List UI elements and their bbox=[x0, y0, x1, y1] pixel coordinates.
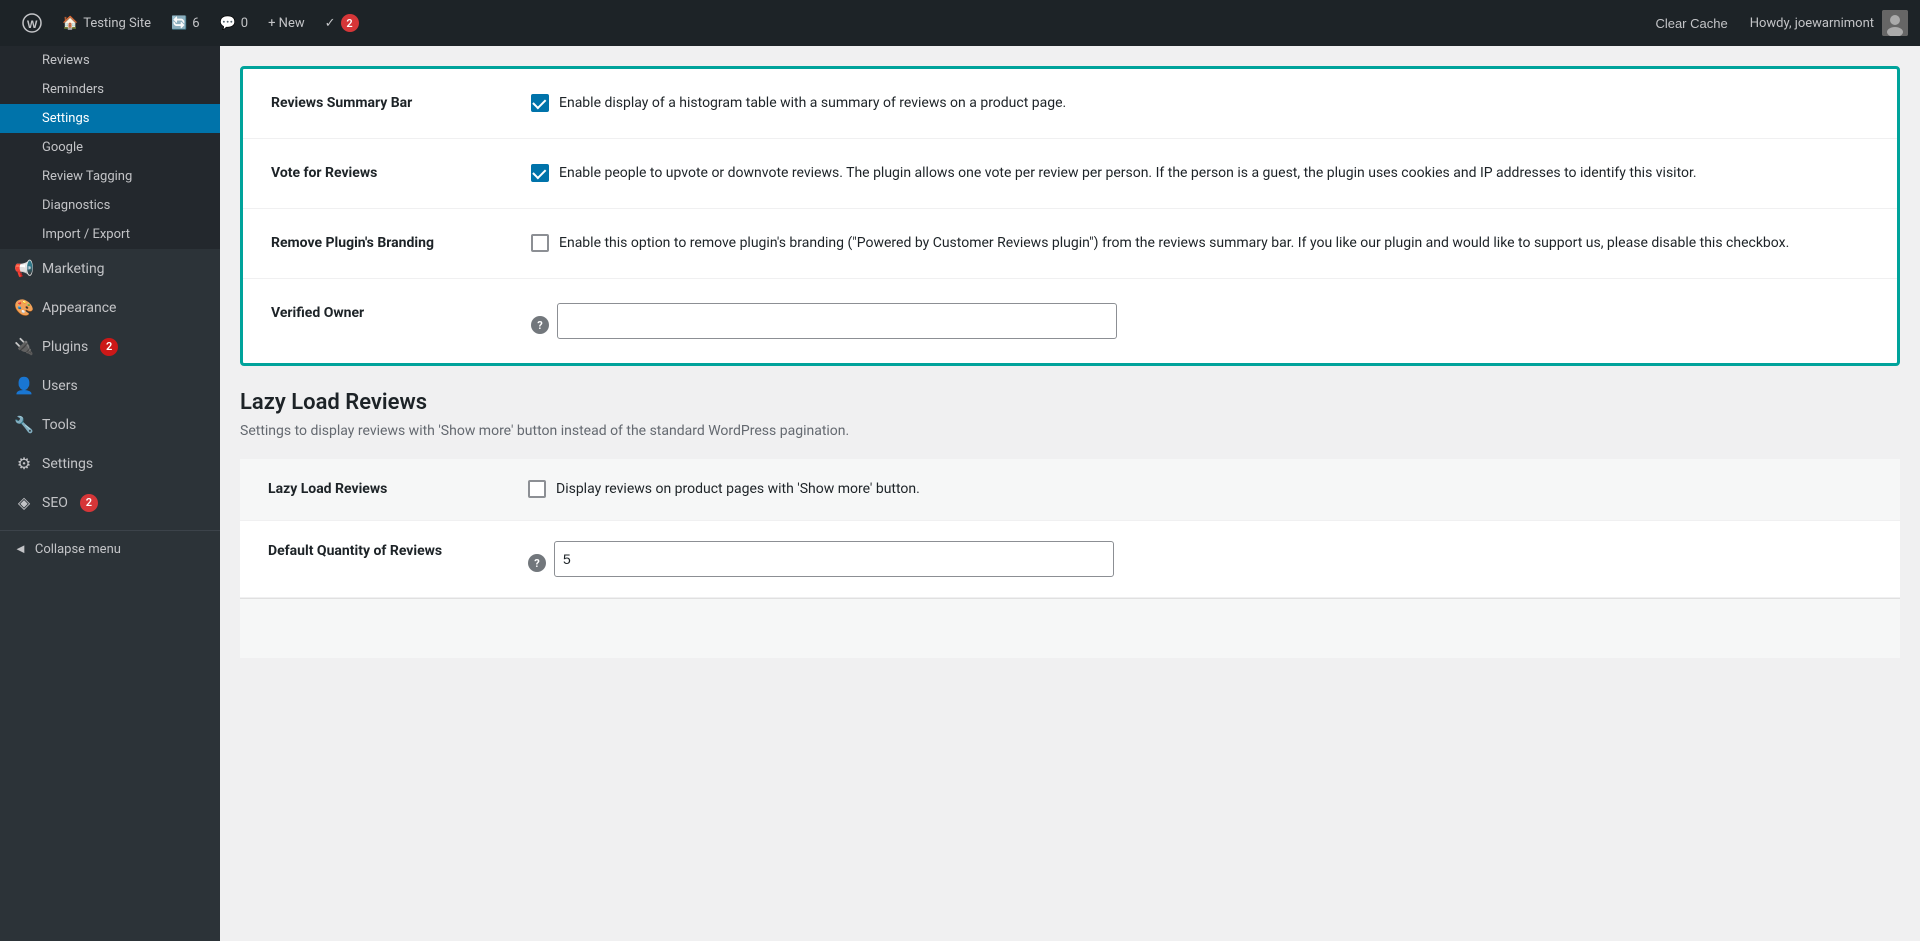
appearance-label: Appearance bbox=[42, 300, 116, 316]
lazy-load-reviews-checkbox[interactable] bbox=[528, 480, 546, 498]
verified-owner-label: Verified Owner bbox=[271, 303, 531, 321]
remove-branding-row: Remove Plugin's Branding Enable this opt… bbox=[243, 209, 1897, 279]
tools-icon: 🔧 bbox=[14, 415, 34, 434]
remove-branding-checkbox[interactable] bbox=[531, 234, 549, 252]
sidebar-item-plugins[interactable]: 🔌 Plugins 2 bbox=[0, 327, 220, 366]
wp-settings-label: Settings bbox=[42, 456, 93, 472]
remove-branding-desc: Enable this option to remove plugin's br… bbox=[559, 233, 1789, 254]
vote-for-reviews-desc: Enable people to upvote or downvote revi… bbox=[559, 163, 1697, 184]
sidebar-item-import-export[interactable]: Import / Export bbox=[0, 220, 220, 249]
sidebar-item-marketing[interactable]: 📢 Marketing bbox=[0, 249, 220, 288]
lazy-load-reviews-desc: Display reviews on product pages with 'S… bbox=[556, 479, 920, 500]
sidebar-reviews-label: Reviews bbox=[42, 53, 90, 68]
default-quantity-help-icon[interactable]: ? bbox=[528, 554, 546, 572]
sidebar-import-export-label: Import / Export bbox=[42, 227, 130, 242]
users-label: Users bbox=[42, 378, 78, 394]
lazy-load-reviews-label: Lazy Load Reviews bbox=[268, 479, 528, 497]
site-name[interactable]: 🏠 Testing Site bbox=[52, 0, 161, 46]
sidebar-reminders-label: Reminders bbox=[42, 82, 104, 97]
default-quantity-content: ? bbox=[528, 541, 1872, 577]
sidebar-item-reviews[interactable]: Reviews bbox=[0, 46, 220, 75]
appearance-icon: 🎨 bbox=[14, 298, 34, 317]
avatar bbox=[1882, 10, 1908, 36]
plugin-button[interactable]: ✓ 2 bbox=[315, 0, 369, 46]
lazy-load-reviews-content: Display reviews on product pages with 'S… bbox=[528, 479, 1872, 500]
home-icon: 🏠 bbox=[62, 16, 78, 31]
collapse-label: Collapse menu bbox=[35, 542, 121, 557]
verified-owner-help-icon[interactable]: ? bbox=[531, 316, 549, 334]
plugins-label: Plugins bbox=[42, 339, 88, 355]
new-button[interactable]: + New bbox=[258, 0, 315, 46]
sidebar-diagnostics-label: Diagnostics bbox=[42, 198, 110, 213]
verified-owner-row: Verified Owner ? bbox=[243, 279, 1897, 363]
megaphone-icon: 📢 bbox=[14, 259, 34, 278]
sidebar-review-tagging-label: Review Tagging bbox=[42, 169, 132, 184]
comments-icon: 💬 bbox=[220, 16, 236, 31]
default-quantity-label: Default Quantity of Reviews bbox=[268, 541, 528, 559]
reviews-summary-bar-desc: Enable display of a histogram table with… bbox=[559, 93, 1066, 114]
plugin-icon: ✓ bbox=[325, 16, 336, 31]
collapse-icon: ◄ bbox=[14, 541, 27, 557]
sidebar-item-appearance[interactable]: 🎨 Appearance bbox=[0, 288, 220, 327]
main-content: Reviews Summary Bar Enable display of a … bbox=[220, 46, 1920, 941]
sidebar-item-settings[interactable]: Settings bbox=[0, 104, 220, 133]
collapse-menu-button[interactable]: ◄ Collapse menu bbox=[0, 530, 220, 567]
users-icon: 👤 bbox=[14, 376, 34, 395]
plugin-badge: 2 bbox=[341, 14, 359, 32]
sidebar: Reviews Reminders Settings Google Review… bbox=[0, 46, 220, 941]
remove-branding-label: Remove Plugin's Branding bbox=[271, 233, 531, 251]
verified-owner-content: ? bbox=[531, 303, 1869, 339]
sidebar-item-seo[interactable]: ◈ SEO 2 bbox=[0, 483, 220, 522]
reviews-summary-bar-content: Enable display of a histogram table with… bbox=[531, 93, 1869, 114]
updates-icon: 🔄 bbox=[171, 16, 187, 31]
vote-for-reviews-content: Enable people to upvote or downvote revi… bbox=[531, 163, 1869, 184]
sidebar-item-diagnostics[interactable]: Diagnostics bbox=[0, 191, 220, 220]
sidebar-google-label: Google bbox=[42, 140, 83, 155]
sidebar-item-users[interactable]: 👤 Users bbox=[0, 366, 220, 405]
lazy-load-reviews-row: Lazy Load Reviews Display reviews on pro… bbox=[240, 459, 1900, 521]
sidebar-item-google[interactable]: Google bbox=[0, 133, 220, 162]
comments-button[interactable]: 💬 0 bbox=[210, 0, 259, 46]
reviews-summary-bar-label: Reviews Summary Bar bbox=[271, 93, 531, 111]
sidebar-item-tools[interactable]: 🔧 Tools bbox=[0, 405, 220, 444]
sidebar-item-reminders[interactable]: Reminders bbox=[0, 75, 220, 104]
plugins-icon: 🔌 bbox=[14, 337, 34, 356]
seo-badge: 2 bbox=[80, 494, 98, 512]
lazy-load-title: Lazy Load Reviews bbox=[240, 390, 1900, 415]
marketing-label: Marketing bbox=[42, 261, 105, 277]
verified-owner-input[interactable] bbox=[557, 303, 1117, 339]
default-quantity-row: Default Quantity of Reviews ? bbox=[240, 521, 1900, 598]
reviews-summary-bar-row: Reviews Summary Bar Enable display of a … bbox=[243, 69, 1897, 139]
settings-icon: ⚙ bbox=[14, 454, 34, 473]
sidebar-settings-label: Settings bbox=[42, 111, 89, 126]
sidebar-item-review-tagging[interactable]: Review Tagging bbox=[0, 162, 220, 191]
default-quantity-input[interactable] bbox=[554, 541, 1114, 577]
lazy-load-section: Lazy Load Reviews Settings to display re… bbox=[240, 390, 1900, 658]
svg-text:W: W bbox=[27, 19, 38, 31]
seo-icon: ◈ bbox=[14, 493, 34, 512]
user-menu[interactable]: Howdy, joewarnimont bbox=[1750, 10, 1908, 36]
vote-for-reviews-row: Vote for Reviews Enable people to upvote… bbox=[243, 139, 1897, 209]
vote-for-reviews-label: Vote for Reviews bbox=[271, 163, 531, 181]
settings-box: Reviews Summary Bar Enable display of a … bbox=[240, 66, 1900, 366]
clear-cache-button[interactable]: Clear Cache bbox=[1645, 0, 1737, 46]
vote-for-reviews-checkbox[interactable] bbox=[531, 164, 549, 182]
lazy-load-description: Settings to display reviews with 'Show m… bbox=[240, 423, 1900, 439]
seo-label: SEO bbox=[42, 495, 68, 511]
wp-logo-button[interactable]: W bbox=[12, 0, 52, 46]
tools-label: Tools bbox=[42, 417, 76, 433]
updates-button[interactable]: 🔄 6 bbox=[161, 0, 210, 46]
remove-branding-content: Enable this option to remove plugin's br… bbox=[531, 233, 1869, 254]
bottom-hint-row bbox=[240, 598, 1900, 658]
reviews-summary-bar-checkbox[interactable] bbox=[531, 94, 549, 112]
topbar: W 🏠 Testing Site 🔄 6 💬 0 + New ✓ 2 Clear… bbox=[0, 0, 1920, 46]
plugins-badge: 2 bbox=[100, 338, 118, 356]
sidebar-item-wp-settings[interactable]: ⚙ Settings bbox=[0, 444, 220, 483]
